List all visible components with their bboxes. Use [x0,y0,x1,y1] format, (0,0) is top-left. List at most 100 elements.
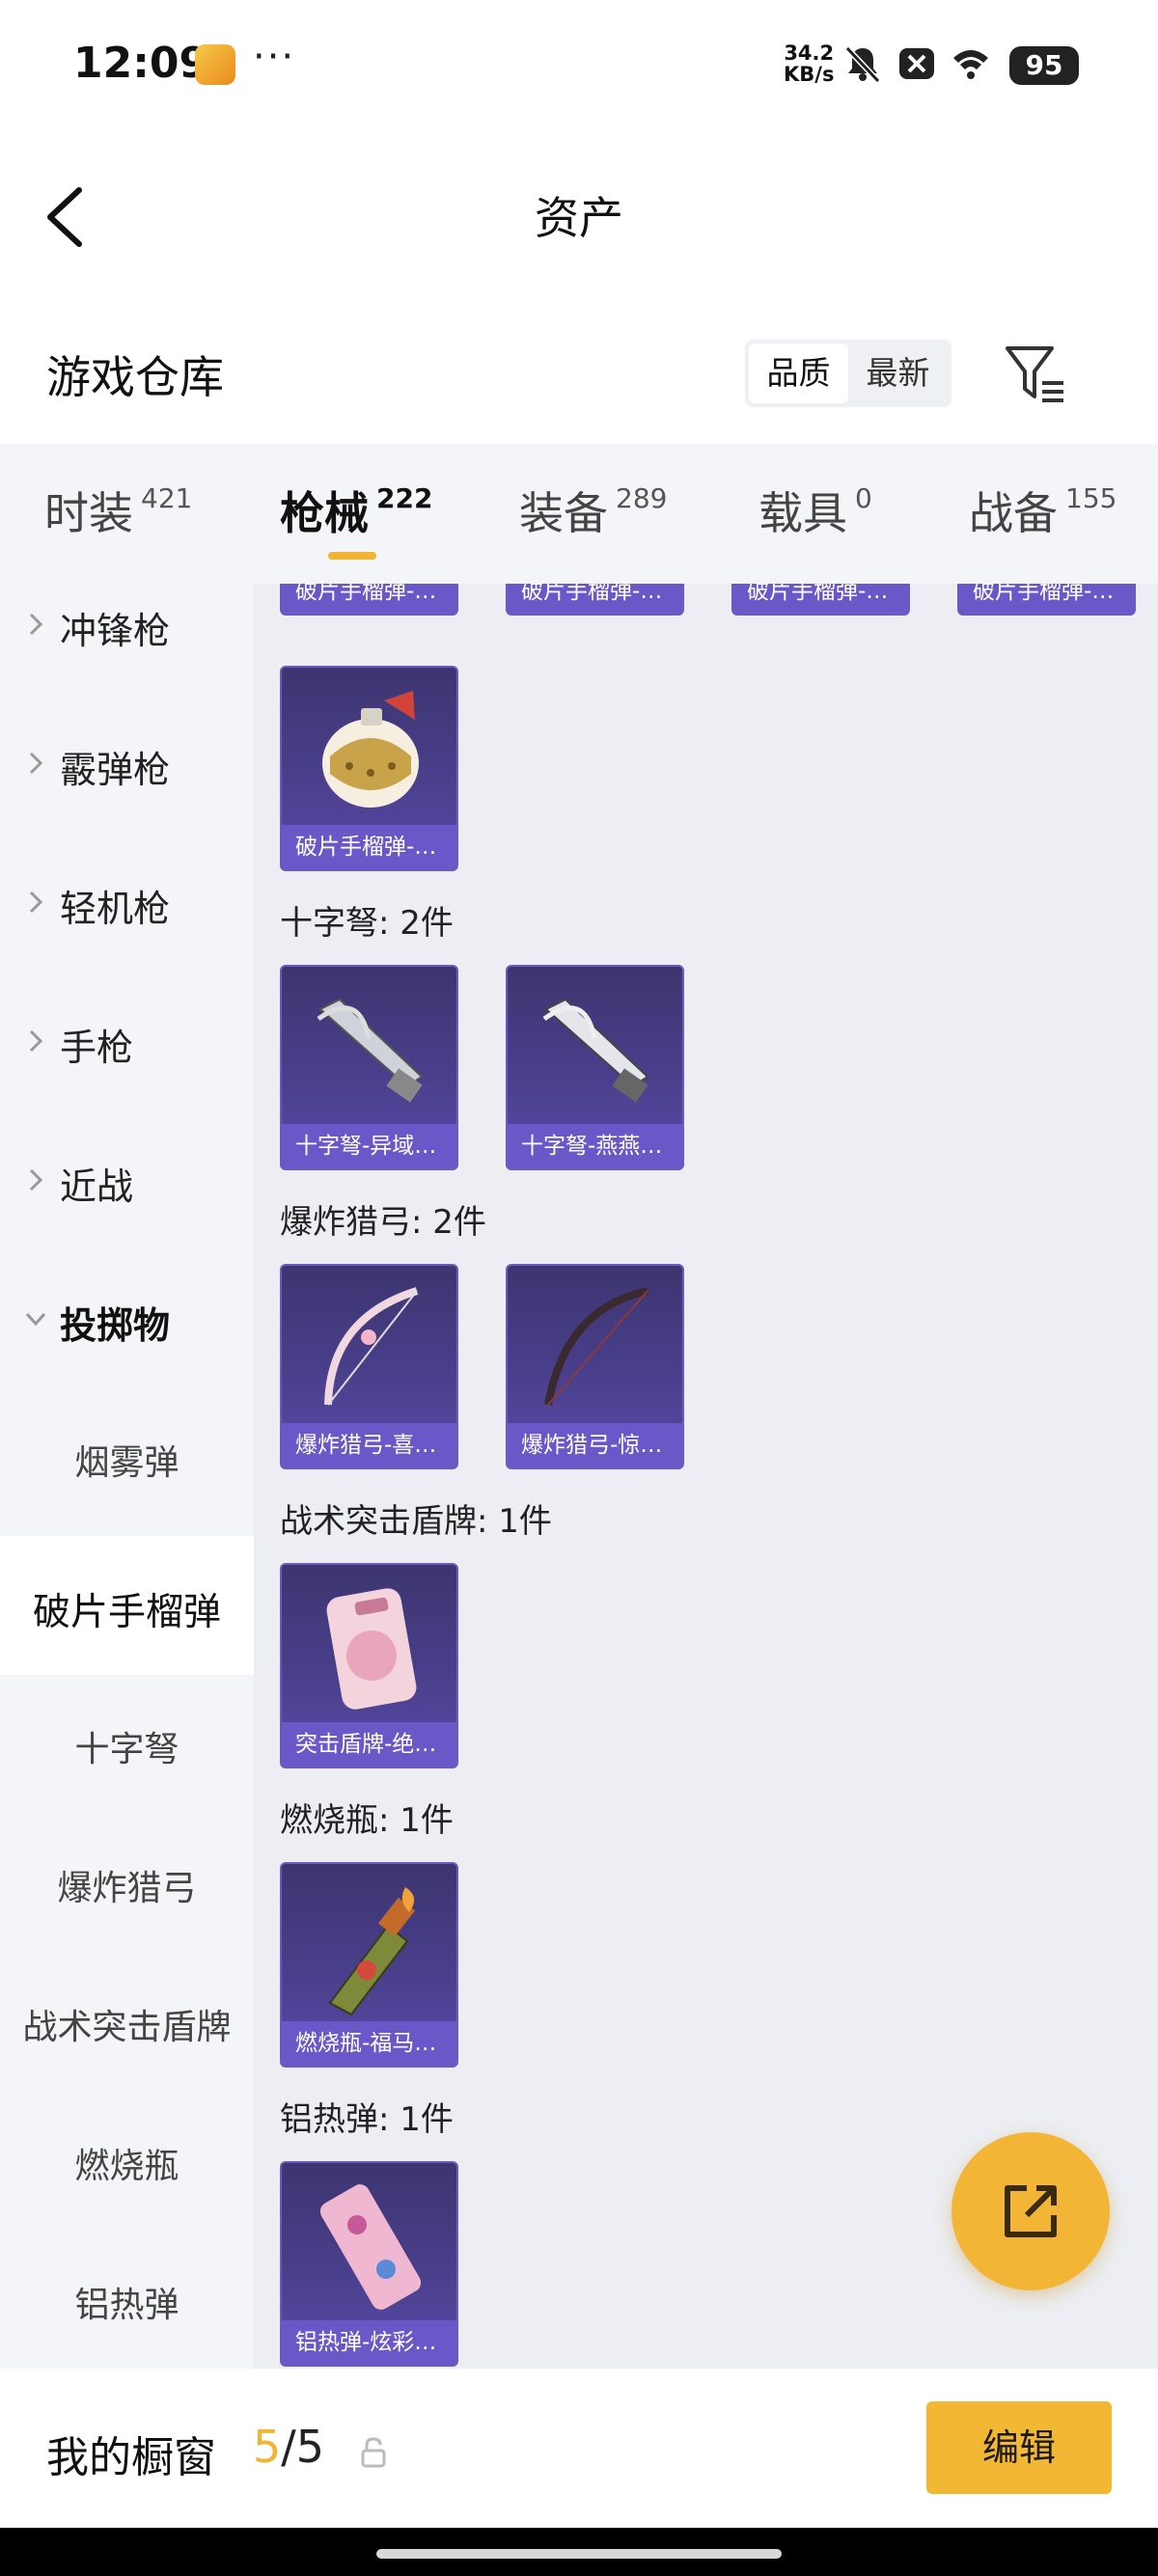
item-caption: 破片手榴弹-… [733,584,908,614]
item-grid[interactable]: 破片手榴弹-… 破片手榴弹-… 破片手榴弹-… 破片手榴弹-… 破片手榴弹-… … [254,584,1158,2369]
tab-supplies[interactable]: 战备 155 [969,479,1117,542]
tab-label: 装备 [519,487,608,539]
active-tab-indicator [328,552,376,560]
bow-image [544,1287,648,1406]
crossbow-image [542,998,649,1103]
sidebar-item-throwables[interactable]: 投掷物 [0,1249,254,1388]
frag-grenade-image [322,691,419,808]
sidebar-item-molotov[interactable]: 燃烧瓶 [0,2092,254,2231]
category-tabs: 时装 421 枪械 222 装备 289 载具 0 战备 155 [0,444,1158,584]
item-caption: 燃烧瓶-福马… [282,2021,456,2066]
item-card[interactable]: 破片手榴弹-… [731,584,910,616]
sidebar-item-label: 手枪 [60,1027,134,1069]
item-card[interactable]: 爆炸猎弓-惊… [506,1264,684,1469]
item-caption: 破片手榴弹-… [959,584,1134,614]
sidebar-item-smoke[interactable]: 烟雾弹 [0,1388,254,1527]
item-card[interactable]: 铝热弹-炫彩… [280,2161,458,2367]
item-card[interactable]: 破片手榴弹-… [280,666,458,871]
sort-option-quality[interactable]: 品质 [749,343,848,403]
item-caption: 破片手榴弹-… [282,584,456,614]
item-caption: 十字弩-异域… [282,1124,456,1168]
sidebar-item-smg[interactable]: 冲锋枪 [0,584,254,694]
sidebar-item-label: 爆炸猎弓 [57,1869,197,1908]
crossbow-image [317,998,424,1103]
item-caption: 十字弩-燕燕… [508,1124,682,1168]
tab-equipment[interactable]: 装备 289 [519,479,667,542]
group-title: 爆炸猎弓: 2件 [280,1203,486,1242]
sort-option-newest[interactable]: 最新 [848,343,948,403]
sort-toggle: 品质 最新 [745,340,951,407]
share-button[interactable] [951,2132,1110,2290]
chevron-right-icon [29,891,43,914]
more-notifications-icon: ··· [253,35,296,79]
sidebar-item-label: 轻机枪 [60,888,171,930]
chevron-right-icon [29,1029,43,1053]
network-speed-unit: KB/s [784,63,835,86]
item-card[interactable]: 燃烧瓶-福马… [280,1862,458,2068]
group-title: 十字弩: 2件 [280,904,454,943]
network-speed: 34.2 KB/s [784,42,834,85]
status-time: 12:09 [73,39,209,88]
sidebar-item-label: 霰弹枪 [60,749,171,791]
showcase-bar: 我的橱窗 5/5 编辑 [0,2369,1158,2528]
sidebar-item-shotgun[interactable]: 霰弹枪 [0,694,254,833]
app-notification-icon [195,44,235,85]
molotov-image [328,1887,416,2016]
sidebar-item-pistol[interactable]: 手枪 [0,972,254,1110]
item-card[interactable]: 破片手榴弹-… [506,584,684,616]
item-card[interactable]: 爆炸猎弓-喜… [280,1264,458,1469]
share-icon [1005,2185,1057,2237]
page-title: 资产 [535,192,623,244]
network-speed-value: 34.2 [784,41,835,65]
home-gesture-handle[interactable] [376,2549,782,2559]
tab-fashion[interactable]: 时装 421 [44,479,192,542]
sidebar-item-tactical-shield[interactable]: 战术突击盾牌 [0,1953,254,2092]
item-card[interactable]: 十字弩-燕燕… [506,965,684,1170]
chevron-right-icon [29,1168,43,1192]
sidebar-item-crossbow[interactable]: 十字弩 [0,1675,254,1814]
lock-icon [361,2437,386,2468]
item-card[interactable]: 破片手榴弹-… [957,584,1136,616]
item-card[interactable]: 突击盾牌-绝… [280,1563,458,1768]
bow-image [324,1287,419,1406]
group-title: 燃烧瓶: 1件 [280,1801,454,1840]
item-card[interactable]: 破片手榴弹-… [280,584,458,616]
tab-count: 222 [376,482,433,514]
sidebar-item-label: 十字弩 [74,1730,179,1769]
sidebar-item-explosive-bow[interactable]: 爆炸猎弓 [0,1814,254,1953]
chevron-right-icon [29,752,43,775]
tab-firearms[interactable]: 枪械 222 [280,479,432,542]
item-caption: 破片手榴弹-… [282,825,456,869]
tab-vehicles[interactable]: 载具 0 [758,479,872,542]
sidebar-item-thermite[interactable]: 铝热弹 [0,2231,254,2369]
section-title: 游戏仓库 [46,351,224,403]
category-sidebar[interactable]: 冲锋枪 霰弹枪 轻机枪 手枪 近战 投掷物 烟雾弹 破片手榴弹 十字弩 爆炸猎弓… [0,584,254,2369]
sidebar-item-label: 铝热弹 [74,2286,179,2325]
chevron-right-icon [29,613,43,636]
item-caption: 突击盾牌-绝… [282,1722,456,1767]
wifi-icon [953,50,988,79]
status-bar: 12:09 ··· 34.2 KB/s 95 [0,0,1158,130]
mute-bell-icon [844,45,881,84]
title-bar: 资产 [0,130,1158,294]
sidebar-item-label: 近战 [60,1165,134,1208]
tab-label: 时装 [44,487,133,539]
sidebar-item-melee[interactable]: 近战 [0,1110,254,1249]
battery-indicator: 95 [1009,46,1079,85]
sidebar-item-frag-grenade[interactable]: 破片手榴弹 [0,1536,254,1675]
sidebar-item-lmg[interactable]: 轻机枪 [0,833,254,972]
sidebar-item-label: 烟雾弹 [74,1443,179,1483]
edit-button[interactable]: 编辑 [926,2401,1112,2494]
item-card[interactable]: 十字弩-异域… [280,965,458,1170]
system-nav-bar [0,2528,1158,2576]
thermite-image [319,2184,422,2310]
shield-image [326,1588,417,1710]
tab-label: 战备 [969,487,1058,539]
sidebar-item-label: 燃烧瓶 [74,2147,179,2186]
chevron-down-icon [25,1312,46,1327]
sidebar-item-label: 战术突击盾牌 [22,2008,232,2047]
filter-icon[interactable] [1004,343,1067,406]
sidebar-item-label: 投掷物 [60,1304,171,1347]
tab-count: 155 [1065,482,1117,514]
showcase-count-current: 5 [253,2421,282,2473]
